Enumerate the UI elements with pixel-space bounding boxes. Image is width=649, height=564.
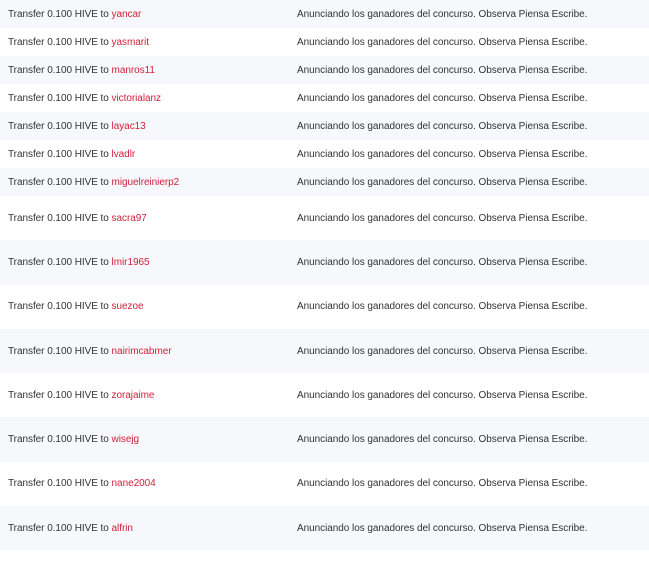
table-row: Transfer 0.100 HIVE to nairimcabmer Anun… [0, 328, 649, 374]
transfer-op-cell: Transfer 0.100 HIVE to wisejg [0, 434, 297, 445]
transfer-op-cell: Transfer 0.100 HIVE to victorialanz [0, 93, 297, 104]
transfer-op-text: Transfer 0.100 HIVE to [8, 176, 109, 188]
transfer-op-text: Transfer 0.100 HIVE to [8, 148, 109, 160]
transfer-history-table: Transfer 0.100 HIVE to yancar Anunciando… [0, 0, 649, 563]
transfer-memo: Anunciando los ganadores del concurso. O… [297, 256, 588, 268]
transfer-op-cell: Transfer 0.100 HIVE to yasmarit [0, 37, 297, 48]
recipient-link[interactable]: alfrin [112, 523, 133, 534]
transfer-memo: Anunciando los ganadores del concurso. O… [297, 345, 588, 357]
recipient-link[interactable]: zorajaime [112, 390, 155, 401]
transfer-op-text: Transfer 0.100 HIVE to [8, 120, 109, 132]
transfer-op-cell: Transfer 0.100 HIVE to lmir1965 [0, 257, 297, 268]
recipient-link[interactable]: miguelreinierp2 [112, 177, 180, 188]
recipient-link[interactable]: yasmarit [112, 37, 149, 48]
transfer-op-text: Transfer 0.100 HIVE to [8, 345, 109, 357]
transfer-memo: Anunciando los ganadores del concurso. O… [297, 92, 588, 104]
table-row: Transfer 0.100 HIVE to nane2004 Anuncian… [0, 461, 649, 507]
table-row: Transfer 0.100 HIVE to yancar Anunciando… [0, 0, 649, 28]
transfer-memo: Anunciando los ganadores del concurso. O… [297, 522, 588, 534]
transfer-memo: Anunciando los ganadores del concurso. O… [297, 434, 588, 446]
table-row: Transfer 0.100 HIVE to yasmarit Anuncian… [0, 28, 649, 56]
table-row: Transfer 0.100 HIVE to sacra97 Anunciand… [0, 196, 649, 241]
transfer-op-text: Transfer 0.100 HIVE to [8, 389, 109, 401]
transfer-memo: Anunciando los ganadores del concurso. O… [297, 120, 588, 132]
transfer-memo: Anunciando los ganadores del concurso. O… [297, 8, 588, 20]
transfer-op-cell: Transfer 0.100 HIVE to zorajaime [0, 390, 297, 401]
transfer-op-cell: Transfer 0.100 HIVE to nairimcabmer [0, 346, 297, 357]
transfer-op-cell: Transfer 0.100 HIVE to yancar [0, 9, 297, 20]
transfer-op-text: Transfer 0.100 HIVE to [8, 8, 109, 20]
transfer-op-cell: Transfer 0.100 HIVE to sacra97 [0, 213, 297, 224]
transfer-op-text: Transfer 0.100 HIVE to [8, 301, 109, 313]
recipient-link[interactable]: manros11 [112, 65, 155, 76]
table-row: Transfer 0.100 HIVE to manros11 Anuncian… [0, 56, 649, 84]
transfer-memo: Anunciando los ganadores del concurso. O… [297, 148, 588, 160]
transfer-op-text: Transfer 0.100 HIVE to [8, 212, 109, 224]
recipient-link[interactable]: lvadlr [112, 149, 136, 160]
table-row: Transfer 0.100 HIVE to lvadlr Anunciando… [0, 140, 649, 168]
transfer-op-text: Transfer 0.100 HIVE to [8, 64, 109, 76]
table-row: Transfer 0.100 HIVE to alfrin Anunciando… [0, 506, 649, 551]
transfer-memo: Anunciando los ganadores del concurso. O… [297, 212, 588, 224]
transfer-op-cell: Transfer 0.100 HIVE to manros11 [0, 65, 297, 76]
transfer-memo: Anunciando los ganadores del concurso. O… [297, 301, 588, 313]
transfer-memo: Anunciando los ganadores del concurso. O… [297, 64, 588, 76]
recipient-link[interactable]: nairimcabmer [112, 346, 172, 357]
recipient-link[interactable]: suezoe [112, 301, 144, 312]
transfer-op-cell: Transfer 0.100 HIVE to miguelreinierp2 [0, 177, 297, 188]
transfer-memo: Anunciando los ganadores del concurso. O… [297, 389, 588, 401]
recipient-link[interactable]: lmir1965 [112, 257, 150, 268]
transfer-memo: Anunciando los ganadores del concurso. O… [297, 478, 588, 490]
transfer-memo: Anunciando los ganadores del concurso. O… [297, 36, 588, 48]
transfer-op-text: Transfer 0.100 HIVE to [8, 36, 109, 48]
table-row: Transfer 0.100 HIVE to miguelreinierp2 A… [0, 168, 649, 196]
recipient-link[interactable]: nane2004 [112, 478, 156, 489]
table-row: Transfer 0.100 HIVE to lmir1965 Anuncian… [0, 240, 649, 285]
transfer-op-cell: Transfer 0.100 HIVE to lvadlr [0, 149, 297, 160]
table-row: Transfer 0.100 HIVE to zorajaime Anuncia… [0, 373, 649, 418]
table-row: Transfer 0.100 HIVE to layac13 Anunciand… [0, 112, 649, 140]
transfer-memo: Anunciando los ganadores del concurso. O… [297, 176, 588, 188]
transfer-op-text: Transfer 0.100 HIVE to [8, 522, 109, 534]
recipient-link[interactable]: wisejg [112, 434, 140, 445]
transfer-op-cell: Transfer 0.100 HIVE to alfrin [0, 523, 297, 534]
recipient-link[interactable]: victorialanz [112, 93, 161, 104]
table-row: Transfer 0.100 HIVE to victorialanz Anun… [0, 84, 649, 112]
recipient-link[interactable]: sacra97 [112, 213, 147, 224]
transfer-op-cell: Transfer 0.100 HIVE to layac13 [0, 121, 297, 132]
table-row: Transfer 0.100 HIVE to wisejg Anunciando… [0, 417, 649, 462]
table-row: Transfer 0.100 HIVE to suezoe Anunciando… [0, 284, 649, 329]
table-row [0, 550, 649, 563]
recipient-link[interactable]: yancar [112, 9, 142, 20]
transfer-op-text: Transfer 0.100 HIVE to [8, 92, 109, 104]
transfer-op-text: Transfer 0.100 HIVE to [8, 256, 109, 268]
recipient-link[interactable]: layac13 [112, 121, 146, 132]
transfer-op-cell: Transfer 0.100 HIVE to suezoe [0, 301, 297, 312]
transfer-op-cell: Transfer 0.100 HIVE to nane2004 [0, 478, 297, 489]
transfer-op-text: Transfer 0.100 HIVE to [8, 434, 109, 446]
transfer-op-text: Transfer 0.100 HIVE to [8, 478, 109, 490]
